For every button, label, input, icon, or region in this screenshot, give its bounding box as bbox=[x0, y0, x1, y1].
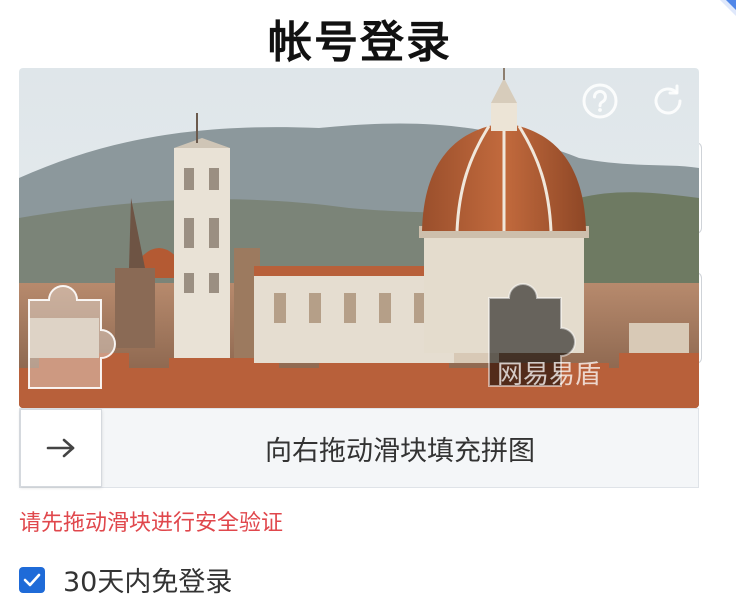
captcha-watermark-logo: 网易易盾 bbox=[497, 360, 602, 390]
captcha-slider-track: 向右拖动滑块填充拼图 bbox=[19, 408, 699, 488]
page-title: 帐号登录 bbox=[268, 17, 452, 68]
arrow-right-icon bbox=[46, 438, 75, 458]
corner-qr-toggle-icon[interactable] bbox=[712, 0, 736, 22]
slider-instruction: 向右拖动滑块填充拼图 bbox=[265, 435, 535, 467]
validation-error-message: 请先拖动滑块进行安全验证 bbox=[19, 511, 284, 536]
remember-me-row: 30天内免登录 bbox=[19, 560, 232, 599]
remember-me-label[interactable]: 30天内免登录 bbox=[63, 560, 232, 599]
remember-me-checkbox[interactable] bbox=[19, 566, 45, 593]
refresh-icon[interactable] bbox=[649, 82, 687, 120]
checkmark-icon bbox=[23, 573, 41, 586]
captcha-slider-handle[interactable] bbox=[20, 409, 102, 487]
question-circle-icon[interactable] bbox=[581, 82, 619, 120]
captcha-image-panel: 网易易盾 bbox=[19, 68, 699, 408]
